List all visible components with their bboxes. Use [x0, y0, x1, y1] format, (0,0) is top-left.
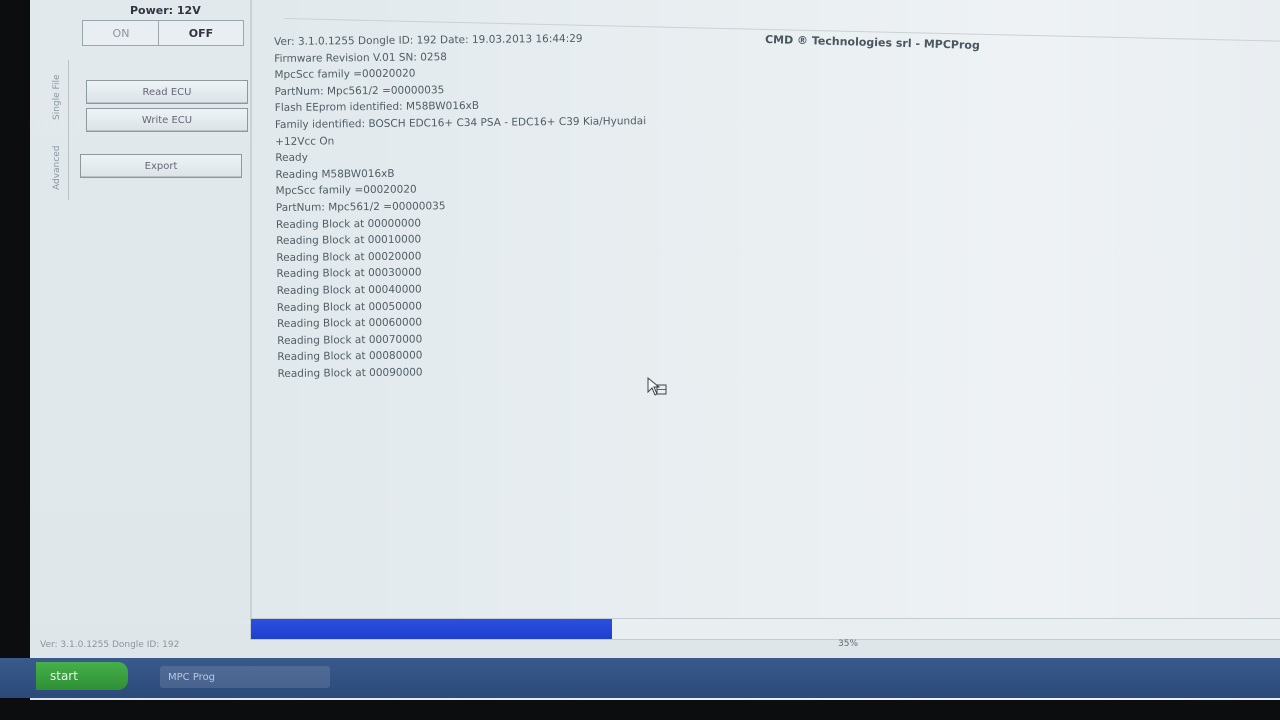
log-console: Ver: 3.1.0.1255 Dongle ID: 192 Date: 19.…: [274, 28, 878, 383]
tab-advanced[interactable]: Advanced: [52, 146, 62, 190]
progress-percent: 35%: [838, 639, 859, 649]
progress-fill: [251, 619, 612, 639]
read-ecu-button[interactable]: Read ECU: [86, 80, 248, 104]
tab-single-file[interactable]: Single File: [52, 74, 62, 120]
progress-bar: [250, 618, 1280, 640]
control-panel: Power: 12V ON OFF Single File Advanced R…: [30, 0, 252, 622]
taskbar-item-mpcprog[interactable]: MPC Prog: [160, 666, 330, 688]
screen: Power: 12V ON OFF Single File Advanced R…: [30, 0, 1280, 700]
power-off-button[interactable]: OFF: [158, 20, 244, 46]
write-ecu-button[interactable]: Write ECU: [86, 108, 248, 132]
taskbar: start MPC Prog: [0, 658, 1280, 698]
power-label: Power: 12V: [130, 4, 201, 17]
mouse-pointer-icon: [646, 376, 668, 398]
export-button[interactable]: Export: [80, 154, 242, 178]
log-area: CMD ® Technologies srl - MPCProg Ver: 3.…: [254, 0, 1280, 622]
side-tabs: Single File Advanced: [50, 60, 69, 200]
power-on-button[interactable]: ON: [82, 20, 160, 46]
start-button[interactable]: start: [36, 662, 128, 690]
version-status: Ver: 3.1.0.1255 Dongle ID: 192: [40, 640, 180, 650]
